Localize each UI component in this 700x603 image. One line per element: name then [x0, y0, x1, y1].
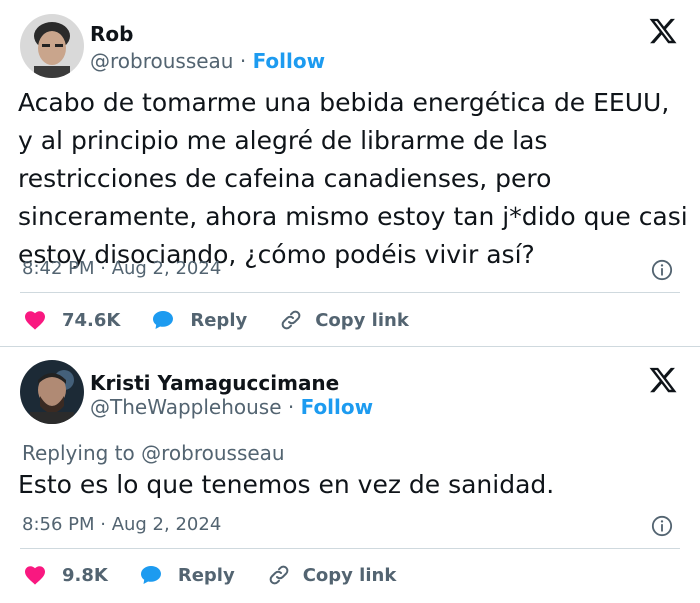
- heart-icon: [25, 311, 45, 330]
- tweet-card: Kristi Yamaguccimane @TheWapplehouse · F…: [0, 347, 700, 603]
- tweet-text: Esto es lo que tenemos en vez de sanidad…: [18, 470, 555, 499]
- author-handle[interactable]: @robrousseau: [90, 49, 234, 73]
- author-handle[interactable]: @TheWapplehouse: [90, 395, 282, 419]
- handle-row: @robrousseau · Follow: [90, 49, 325, 73]
- action-bar: 74.6K Reply Copy link: [22, 305, 409, 335]
- timestamp[interactable]: 8:56 PM · Aug 2, 2024: [22, 514, 221, 535]
- info-icon[interactable]: [651, 515, 673, 537]
- handle-row: @TheWapplehouse · Follow: [90, 395, 373, 419]
- reply-button[interactable]: Reply: [150, 308, 247, 332]
- copy-link-label: Copy link: [315, 309, 409, 331]
- timestamp[interactable]: 8:42 PM · Aug 2, 2024: [22, 258, 221, 279]
- action-bar: 9.8K Reply Copy link: [22, 560, 396, 590]
- divider: [20, 548, 680, 549]
- copy-link-button[interactable]: Copy link: [267, 563, 397, 587]
- avatar[interactable]: [20, 14, 84, 78]
- x-logo-icon[interactable]: [648, 365, 678, 395]
- avatar-photo: [20, 360, 84, 424]
- heart-icon: [25, 566, 45, 585]
- like-button[interactable]: 74.6K: [22, 308, 120, 332]
- follow-button[interactable]: Follow: [253, 49, 326, 73]
- separator: ·: [239, 49, 247, 73]
- copy-link-button[interactable]: Copy link: [279, 308, 409, 332]
- info-icon[interactable]: [651, 259, 673, 281]
- reply-button[interactable]: Reply: [138, 563, 235, 587]
- reply-label: Reply: [190, 309, 248, 331]
- divider: [20, 292, 680, 293]
- x-logo-icon[interactable]: [648, 16, 678, 46]
- tweet-text: Acabo de tomarme una bebida energética d…: [18, 88, 688, 269]
- follow-button[interactable]: Follow: [301, 395, 374, 419]
- replying-to[interactable]: Replying to @robrousseau: [22, 441, 285, 465]
- link-icon: [281, 310, 301, 330]
- author-name[interactable]: Rob: [90, 22, 133, 46]
- copy-link-label: Copy link: [302, 564, 397, 586]
- separator: ·: [287, 395, 295, 419]
- reply-bubble-icon: [140, 566, 161, 584]
- avatar-photo: [20, 14, 84, 78]
- tweet-card: Rob @robrousseau · Follow Acabo de tomar…: [0, 0, 700, 346]
- reply-bubble-icon: [153, 311, 174, 329]
- like-count: 9.8K: [62, 564, 108, 586]
- author-name[interactable]: Kristi Yamaguccimane: [90, 371, 339, 395]
- reply-label: Reply: [177, 564, 235, 586]
- like-count: 74.6K: [62, 309, 121, 331]
- like-button[interactable]: 9.8K: [22, 563, 108, 587]
- avatar[interactable]: [20, 360, 84, 424]
- link-icon: [269, 565, 289, 585]
